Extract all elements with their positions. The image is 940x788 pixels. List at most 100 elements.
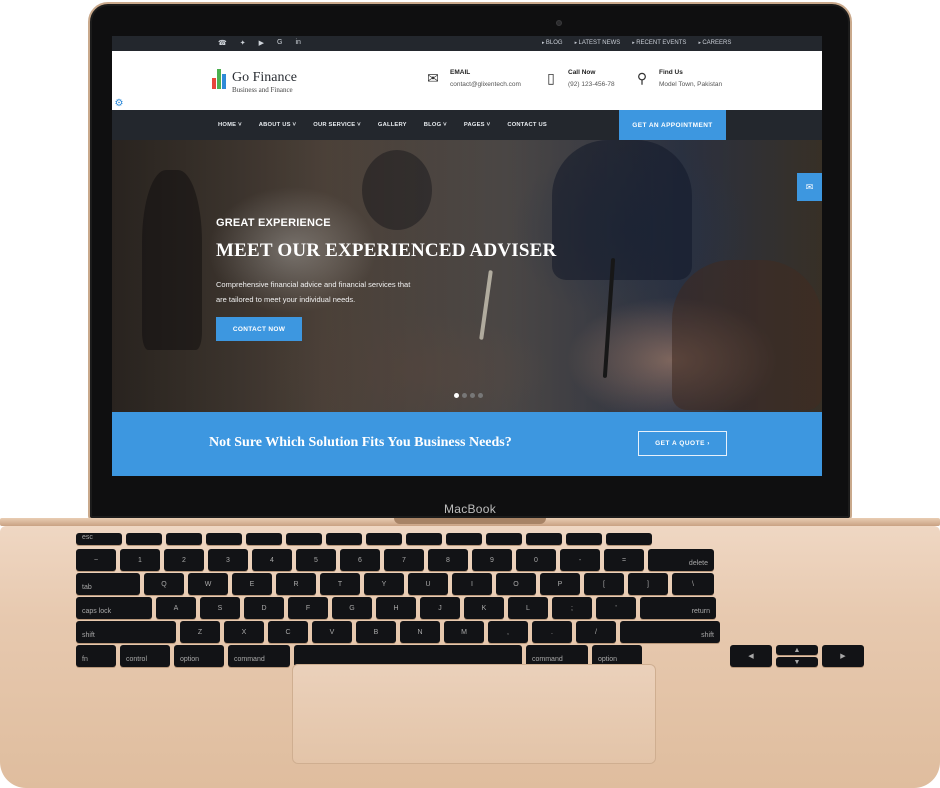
keyboard-key[interactable]: tab xyxy=(76,573,140,595)
twitter-icon[interactable]: ✦ xyxy=(240,39,246,47)
arrow-left-key[interactable]: ◀ xyxy=(730,645,772,667)
nav-item-contact-us[interactable]: CONTACT US xyxy=(507,122,547,128)
keyboard-key[interactable]: X xyxy=(224,621,264,643)
keyboard-key[interactable] xyxy=(206,533,242,545)
nav-item-home[interactable]: HOME ˅ xyxy=(218,122,242,128)
top-link-blog[interactable]: BLOG xyxy=(542,40,563,46)
keyboard-key[interactable]: D xyxy=(244,597,284,619)
arrow-up-key[interactable]: ▲ xyxy=(776,645,818,655)
keyboard-key[interactable]: L xyxy=(508,597,548,619)
keyboard-key[interactable] xyxy=(326,533,362,545)
keyboard-key[interactable] xyxy=(286,533,322,545)
keyboard-key[interactable]: G xyxy=(332,597,372,619)
keyboard-key[interactable]: Y xyxy=(364,573,404,595)
keyboard-key[interactable]: K xyxy=(464,597,504,619)
arrow-right-key[interactable]: ▶ xyxy=(822,645,864,667)
email-value[interactable]: contact@glixentech.com xyxy=(450,81,521,88)
slider-dot[interactable] xyxy=(478,393,483,398)
keyboard-key[interactable]: ' xyxy=(596,597,636,619)
keyboard-key[interactable]: return xyxy=(640,597,716,619)
slider-dot[interactable] xyxy=(462,393,467,398)
keyboard-key[interactable] xyxy=(606,533,652,545)
keyboard-key[interactable]: F xyxy=(288,597,328,619)
keyboard-key[interactable] xyxy=(406,533,442,545)
keyboard-key[interactable]: 5 xyxy=(296,549,336,571)
keyboard-key[interactable] xyxy=(246,533,282,545)
keyboard-key[interactable]: 9 xyxy=(472,549,512,571)
appointment-button[interactable]: GET AN APPOINTMENT xyxy=(619,110,726,140)
keyboard-key[interactable]: Q xyxy=(144,573,184,595)
keyboard-key[interactable] xyxy=(126,533,162,545)
keyboard-key[interactable]: caps lock xyxy=(76,597,152,619)
keyboard-key[interactable]: M xyxy=(444,621,484,643)
keyboard-key[interactable]: / xyxy=(576,621,616,643)
keyboard-key[interactable]: delete xyxy=(648,549,714,571)
keyboard-key[interactable]: J xyxy=(420,597,460,619)
keyboard-key[interactable]: fn xyxy=(76,645,116,667)
keyboard-key[interactable] xyxy=(446,533,482,545)
nav-item-blog[interactable]: BLOG ˅ xyxy=(424,122,447,128)
keyboard-key[interactable]: T xyxy=(320,573,360,595)
keyboard-key[interactable]: command xyxy=(228,645,290,667)
logo-title[interactable]: Go Finance xyxy=(232,70,297,86)
top-link-recent-events[interactable]: RECENT EVENTS xyxy=(632,40,686,46)
keyboard-key[interactable]: S xyxy=(200,597,240,619)
get-a-quote-button[interactable]: GET A QUOTE › xyxy=(638,431,727,456)
logo-icon[interactable] xyxy=(212,69,228,89)
keyboard-key[interactable]: ; xyxy=(552,597,592,619)
slider-dot[interactable] xyxy=(470,393,475,398)
keyboard-key[interactable]: ] xyxy=(628,573,668,595)
google-plus-icon[interactable]: G xyxy=(277,39,282,47)
keyboard-key[interactable]: option xyxy=(174,645,224,667)
keyboard-key[interactable]: 2 xyxy=(164,549,204,571)
keyboard-key[interactable]: , xyxy=(488,621,528,643)
keyboard-key[interactable]: W xyxy=(188,573,228,595)
keyboard-key[interactable]: R xyxy=(276,573,316,595)
top-link-latest-news[interactable]: LATEST NEWS xyxy=(575,40,621,46)
keyboard-key[interactable]: Z xyxy=(180,621,220,643)
trackpad[interactable] xyxy=(292,664,656,764)
keyboard-key[interactable]: C xyxy=(268,621,308,643)
keyboard-key[interactable]: 3 xyxy=(208,549,248,571)
keyboard-key[interactable]: shift xyxy=(620,621,720,643)
keyboard-key[interactable] xyxy=(566,533,602,545)
keyboard-key[interactable]: U xyxy=(408,573,448,595)
nav-item-pages[interactable]: PAGES ˅ xyxy=(464,122,490,128)
keyboard-key[interactable]: N xyxy=(400,621,440,643)
keyboard-key[interactable]: 7 xyxy=(384,549,424,571)
keyboard-key[interactable]: [ xyxy=(584,573,624,595)
keyboard-key[interactable]: E xyxy=(232,573,272,595)
keyboard-key[interactable]: esc xyxy=(76,533,122,545)
keyboard-key[interactable]: B xyxy=(356,621,396,643)
slider-dot[interactable] xyxy=(454,393,459,398)
keyboard-key[interactable]: 1 xyxy=(120,549,160,571)
keyboard-key[interactable]: 0 xyxy=(516,549,556,571)
skype-icon[interactable]: ☎ xyxy=(218,39,227,47)
keyboard-key[interactable]: - xyxy=(560,549,600,571)
top-link-careers[interactable]: CAREERS xyxy=(698,40,731,46)
keyboard-key[interactable]: shift xyxy=(76,621,176,643)
keyboard-key[interactable] xyxy=(486,533,522,545)
keyboard-key[interactable]: = xyxy=(604,549,644,571)
keyboard-key[interactable]: I xyxy=(452,573,492,595)
keyboard-key[interactable]: control xyxy=(120,645,170,667)
keyboard-key[interactable]: . xyxy=(532,621,572,643)
keyboard-key[interactable]: ~ xyxy=(76,549,116,571)
arrow-down-key[interactable]: ▼ xyxy=(776,657,818,667)
call-value[interactable]: (92) 123-456-78 xyxy=(568,81,615,88)
keyboard-key[interactable] xyxy=(366,533,402,545)
youtube-icon[interactable]: ▶ xyxy=(259,39,264,47)
keyboard-key[interactable]: 8 xyxy=(428,549,468,571)
keyboard-key[interactable]: 4 xyxy=(252,549,292,571)
keyboard-key[interactable]: A xyxy=(156,597,196,619)
keyboard-key[interactable]: P xyxy=(540,573,580,595)
keyboard-key[interactable]: H xyxy=(376,597,416,619)
nav-item-about-us[interactable]: ABOUT US ˅ xyxy=(259,122,296,128)
contact-now-button[interactable]: CONTACT NOW xyxy=(216,317,302,341)
nav-item-gallery[interactable]: GALLERY xyxy=(378,122,407,128)
keyboard-key[interactable]: O xyxy=(496,573,536,595)
mail-icon[interactable]: ✉ xyxy=(797,173,822,201)
linkedin-icon[interactable]: in xyxy=(295,39,300,47)
keyboard-key[interactable] xyxy=(166,533,202,545)
keyboard-key[interactable] xyxy=(526,533,562,545)
